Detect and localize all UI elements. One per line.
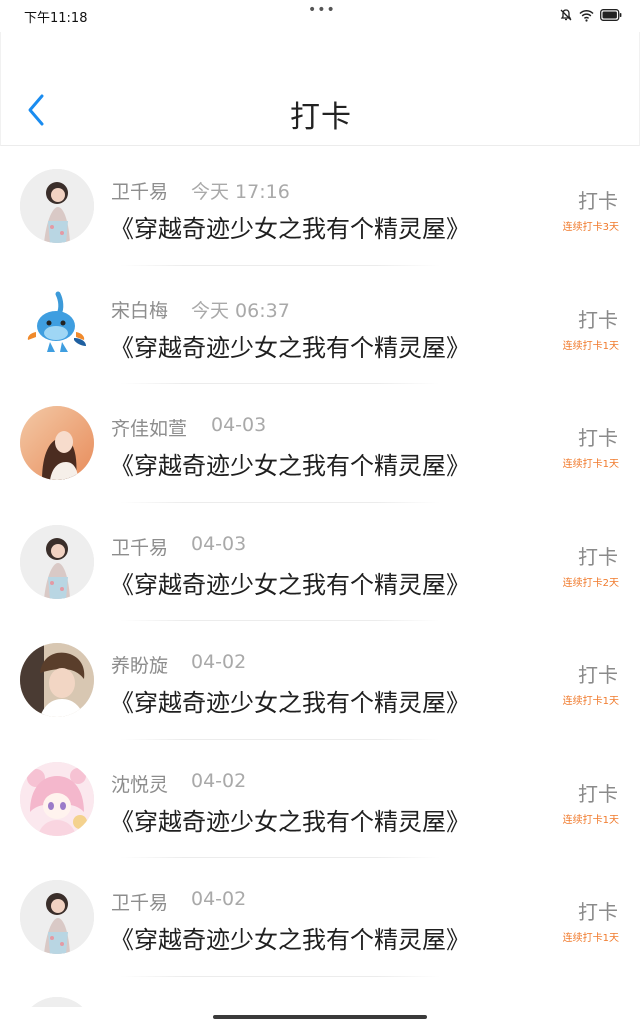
streak-badge: 连续打卡1天 xyxy=(562,696,619,707)
anime-girl-avatar[interactable] xyxy=(20,761,94,836)
status-time: 下午11:18 xyxy=(24,11,88,26)
streak-badge: 连续打卡1天 xyxy=(562,933,619,944)
checkin-label: 打卡 xyxy=(578,189,618,213)
man-photo-avatar[interactable] xyxy=(20,643,94,717)
woman-photo-avatar[interactable] xyxy=(20,524,94,599)
woman-photo-avatar[interactable] xyxy=(20,880,94,954)
checkin-time: 04-03 xyxy=(191,532,247,555)
book-title[interactable]: 《穿越奇迹少女之我有个精灵屋》 xyxy=(110,802,470,837)
book-title[interactable]: 《穿越奇迹少女之我有个精灵屋》 xyxy=(110,328,470,363)
list-item[interactable]: 沈悦灵 04-02 《穿越奇迹少女之我有个精灵屋》 打卡 连续打卡1天 xyxy=(0,740,640,858)
checkin-time: 今天 17:16 xyxy=(191,181,290,203)
streak-badge: 连续打卡3天 xyxy=(562,222,619,233)
streak-badge: 连续打卡1天 xyxy=(562,459,619,470)
book-title[interactable]: 《穿越奇迹少女之我有个精灵屋》 xyxy=(110,683,470,718)
battery-icon xyxy=(600,9,622,21)
mute-icon xyxy=(559,8,573,22)
user-name: 卫千易 xyxy=(111,536,169,559)
status-bar: 下午11:18 ••• xyxy=(0,0,640,32)
checkin-label: 打卡 xyxy=(578,307,618,332)
user-name: 齐佳如萱 xyxy=(111,418,188,440)
list-item-partial[interactable] xyxy=(0,977,640,1007)
book-title[interactable]: 《穿越奇迹少女之我有个精灵屋》 xyxy=(110,920,470,955)
home-indicator[interactable] xyxy=(213,1015,427,1019)
book-title[interactable]: 《穿越奇迹少女之我有个精灵屋》 xyxy=(110,565,470,600)
checkin-time: 04-02 xyxy=(191,888,247,910)
user-name: 卫千易 xyxy=(111,892,169,914)
checkin-label: 打卡 xyxy=(578,781,618,806)
status-icons xyxy=(559,8,622,22)
woman-photo-avatar[interactable] xyxy=(20,996,94,1007)
book-title[interactable]: 《穿越奇迹少女之我有个精灵屋》 xyxy=(110,209,470,244)
checkin-label: 打卡 xyxy=(578,900,618,924)
checkin-time: 04-02 xyxy=(191,769,247,792)
book-title[interactable]: 《穿越奇迹少女之我有个精灵屋》 xyxy=(110,446,470,481)
list-item[interactable]: 养盼旋 04-02 《穿越奇迹少女之我有个精灵屋》 打卡 连续打卡1天 xyxy=(0,621,640,740)
checkin-label: 打卡 xyxy=(578,544,618,569)
user-name: 卫千易 xyxy=(111,181,169,203)
list-item[interactable]: 卫千易 04-02 《穿越奇迹少女之我有个精灵屋》 打卡 连续打卡1天 xyxy=(0,858,640,977)
streak-badge: 连续打卡1天 xyxy=(562,814,619,826)
mudkip-avatar[interactable] xyxy=(20,287,94,362)
list-item[interactable]: 齐佳如萱 04-03 《穿越奇迹少女之我有个精灵屋》 打卡 连续打卡1天 xyxy=(0,384,640,503)
checkin-label: 打卡 xyxy=(578,663,618,687)
streak-badge: 连续打卡1天 xyxy=(562,340,619,352)
list-item[interactable]: 卫千易 今天 17:16 《穿越奇迹少女之我有个精灵屋》 打卡 连续打卡3天 xyxy=(0,147,640,266)
streak-badge: 连续打卡2天 xyxy=(562,577,619,589)
user-name: 养盼旋 xyxy=(111,655,169,677)
checkin-time: 04-02 xyxy=(191,651,247,673)
checkin-time: 04-03 xyxy=(211,414,267,436)
woman-photo-avatar[interactable] xyxy=(20,169,94,243)
user-name: 宋白梅 xyxy=(111,299,169,322)
list-item[interactable]: 宋白梅 今天 06:37 《穿越奇迹少女之我有个精灵屋》 打卡 连续打卡1天 xyxy=(0,266,640,384)
page-title: 打卡 xyxy=(290,100,352,135)
list-item[interactable]: 卫千易 04-03 《穿越奇迹少女之我有个精灵屋》 打卡 连续打卡2天 xyxy=(0,503,640,621)
checkin-label: 打卡 xyxy=(578,426,618,450)
user-name: 沈悦灵 xyxy=(111,773,169,796)
girl-photo-avatar[interactable] xyxy=(20,406,94,480)
checkin-list: 卫千易 今天 17:16 《穿越奇迹少女之我有个精灵屋》 打卡 连续打卡3天 宋… xyxy=(0,147,640,1007)
more-dots-icon: ••• xyxy=(308,2,336,18)
header: 打卡 xyxy=(0,32,640,146)
wifi-icon xyxy=(579,9,594,22)
checkin-time: 今天 06:37 xyxy=(191,299,290,322)
